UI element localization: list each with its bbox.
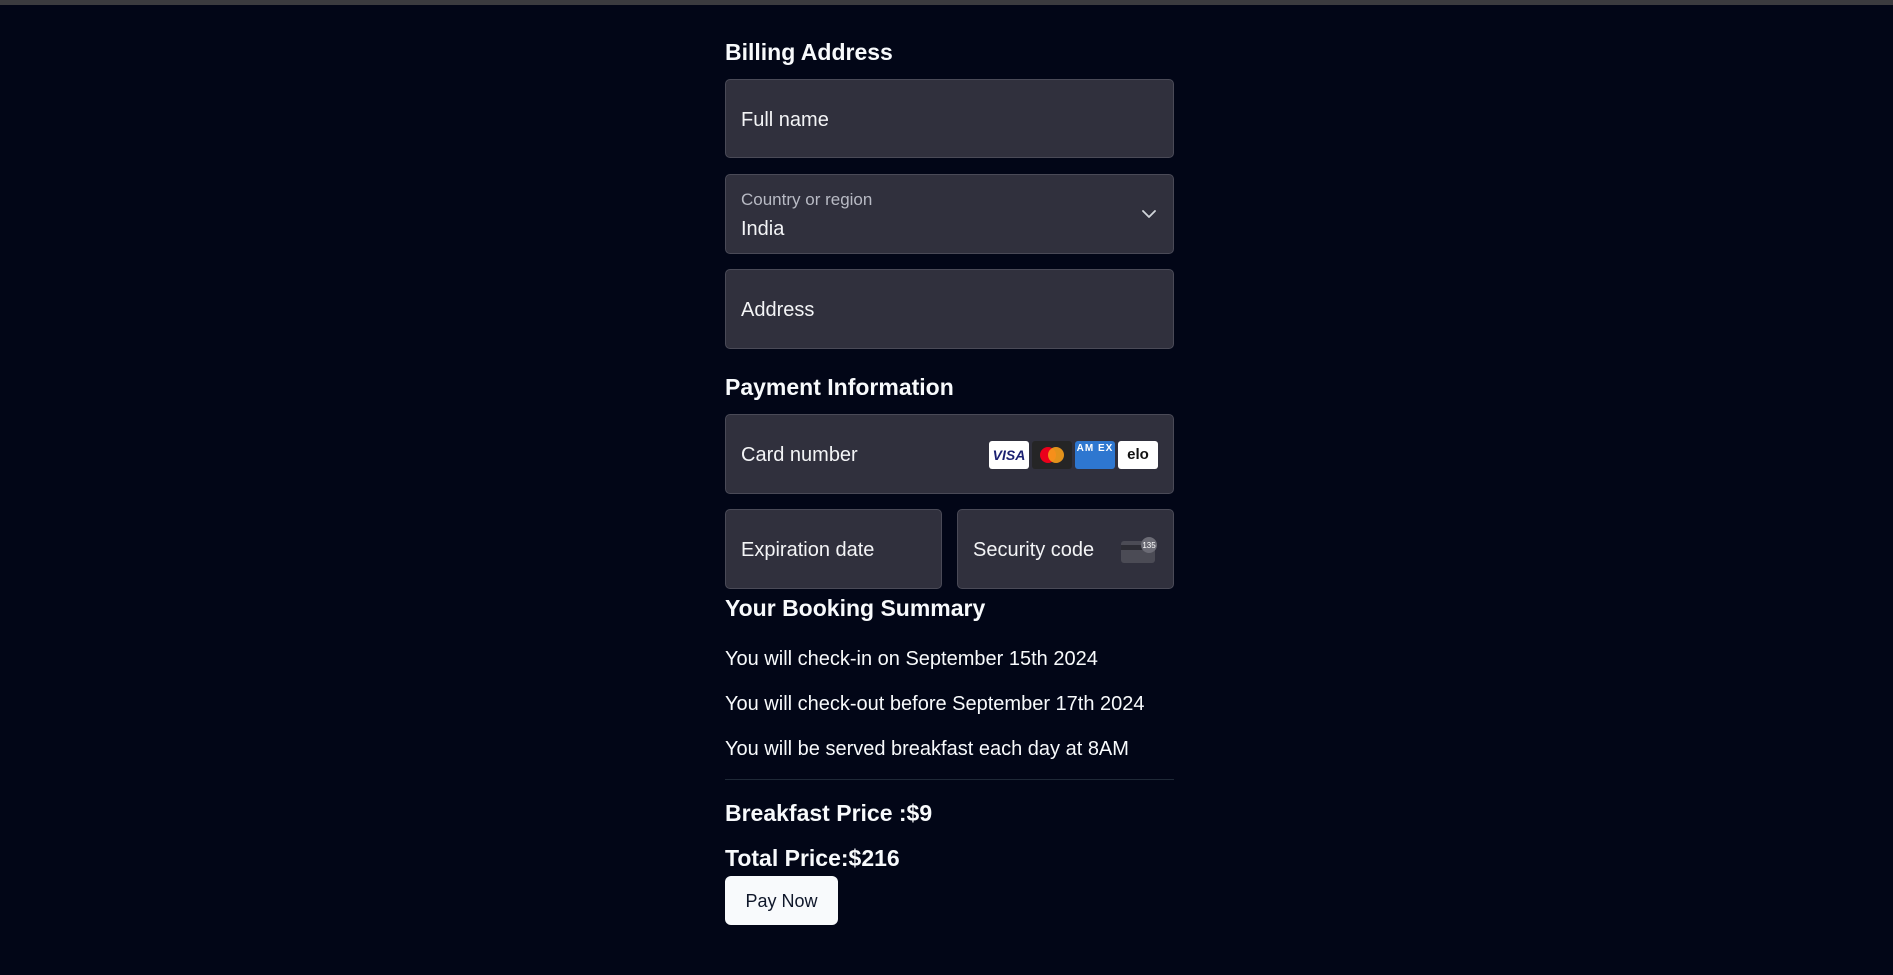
card-number-placeholder: Card number xyxy=(741,444,858,466)
address-field[interactable]: Address xyxy=(725,269,1174,349)
elo-logo-text: elo xyxy=(1127,446,1149,463)
chevron-down-icon xyxy=(1142,210,1156,218)
total-price: Total Price:$216 xyxy=(725,845,900,871)
full-name-field[interactable]: Full name xyxy=(725,79,1174,158)
payment-information-heading: Payment Information xyxy=(725,374,954,400)
breakfast-price: Breakfast Price :$9 xyxy=(725,800,933,826)
pay-now-button[interactable]: Pay Now xyxy=(725,876,838,925)
country-value: India xyxy=(741,218,785,240)
window-top-bar xyxy=(0,0,1893,5)
checkin-text: You will check-in on September 15th 2024 xyxy=(725,648,1098,670)
visa-icon: VISA xyxy=(989,441,1029,469)
card-number-field[interactable]: Card number VISA AM EX elo xyxy=(725,414,1174,494)
address-placeholder: Address xyxy=(741,299,815,321)
cvc-badge-text: 135 xyxy=(1142,541,1156,550)
expiration-date-field[interactable]: Expiration date xyxy=(725,509,942,589)
country-label: Country or region xyxy=(741,190,873,209)
breakfast-text: You will be served breakfast each day at… xyxy=(725,738,1129,760)
security-code-placeholder: Security code xyxy=(973,539,1095,561)
amex-icon: AM EX xyxy=(1075,441,1115,469)
elo-icon: elo xyxy=(1118,441,1158,469)
country-select[interactable]: Country or region India xyxy=(725,174,1174,254)
summary-divider xyxy=(725,779,1174,780)
cvc-card-icon: 135 xyxy=(1121,537,1157,563)
visa-logo-text: VISA xyxy=(992,447,1026,463)
mastercard-icon xyxy=(1032,441,1072,469)
card-brand-icons: VISA AM EX elo xyxy=(989,441,1158,469)
billing-address-heading: Billing Address xyxy=(725,39,893,65)
full-name-placeholder: Full name xyxy=(741,109,829,131)
checkout-text: You will check-out before September 17th… xyxy=(725,693,1145,715)
booking-summary-heading: Your Booking Summary xyxy=(725,595,986,621)
amex-logo-text: AM EX xyxy=(1076,443,1114,454)
expiration-date-placeholder: Expiration date xyxy=(741,539,875,561)
security-code-field[interactable]: Security code 135 xyxy=(957,509,1174,589)
